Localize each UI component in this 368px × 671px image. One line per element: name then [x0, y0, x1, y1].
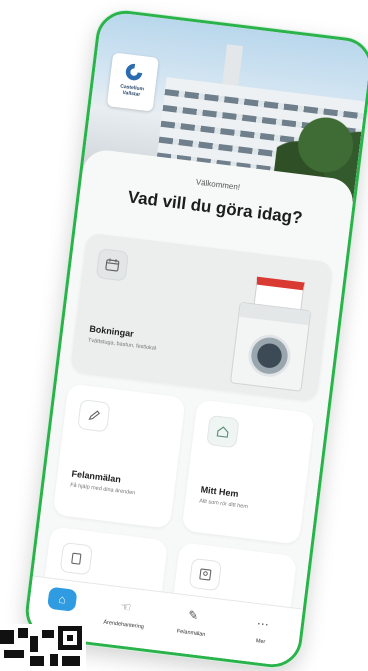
home-icon	[206, 415, 239, 448]
card-fault-report[interactable]: Felanmälan Få hjälp med dina ärenden	[53, 383, 186, 528]
logo-mark-icon	[122, 60, 147, 85]
document-icon	[60, 542, 93, 575]
tab-more[interactable]: ⋯ Mer	[230, 609, 293, 648]
phone-frame: Castellum Vallstar Välkommen! Vad vill d…	[22, 7, 368, 670]
card-my-home[interactable]: Mitt Hem Allt som rör ditt hem	[182, 399, 315, 544]
tab-label	[31, 611, 91, 618]
tab-label: Mer	[230, 635, 290, 648]
page-title: Vad vill du göra idag?	[79, 181, 351, 234]
tab-cases[interactable]: ☜ Ärendehantering	[93, 593, 156, 632]
card-title: Mitt Hem	[200, 484, 239, 499]
tab-label: Ärendehantering	[93, 618, 153, 631]
hand-icon: ☜	[112, 595, 140, 620]
tab-home[interactable]: ⌂	[31, 585, 94, 618]
card-title: Bokningar	[89, 324, 134, 339]
card-subtitle: Tvättstuga, bastun, festlokal	[88, 338, 157, 352]
card-title: Felanmälan	[71, 469, 121, 485]
home-icon: ⌂	[47, 587, 77, 612]
washing-machine-illustration	[230, 302, 311, 392]
tab-label: Felanmälan	[161, 627, 221, 640]
tab-fault-report[interactable]: ✎ Felanmälan	[161, 601, 224, 640]
pencil-icon	[77, 399, 110, 432]
calendar-icon	[96, 248, 129, 281]
card-bookings[interactable]: Bokningar Tvättstuga, bastun, festlokal	[70, 233, 333, 402]
company-logo: Castellum Vallstar	[107, 52, 159, 111]
qr-code	[0, 624, 86, 670]
more-dots-icon: ⋯	[249, 611, 277, 636]
person-card-icon	[189, 558, 222, 591]
card-subtitle: Få hjälp med dina ärenden	[70, 482, 136, 496]
logo-text: Castellum Vallstar	[108, 82, 155, 100]
card-subtitle: Allt som rör ditt hem	[199, 498, 248, 510]
pencil-icon: ✎	[179, 603, 207, 628]
